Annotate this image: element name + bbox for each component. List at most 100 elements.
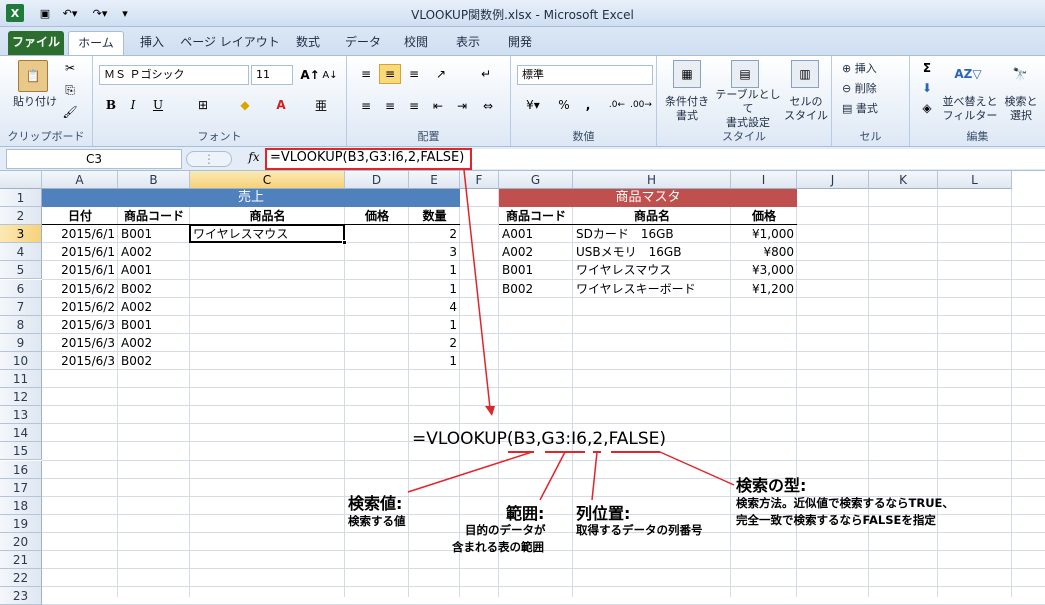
row-header-15[interactable]: 15 bbox=[0, 442, 42, 461]
insert-cells-button[interactable]: ⊕ 挿入 bbox=[842, 60, 902, 76]
find-select-button[interactable]: 検索と 選択 bbox=[998, 94, 1044, 124]
sales-header-cell[interactable]: 価格 bbox=[345, 207, 409, 225]
row-header-8[interactable]: 8 bbox=[0, 315, 42, 334]
row-header-17[interactable]: 17 bbox=[0, 478, 42, 497]
master-name-cell[interactable]: ワイヤレスマウス bbox=[573, 261, 731, 279]
tab-review[interactable]: 校閲 bbox=[394, 31, 438, 55]
format-as-table-icon[interactable]: ▤ bbox=[731, 60, 759, 88]
format-cells-button[interactable]: ▤ 書式 bbox=[842, 100, 902, 116]
master-code-cell[interactable]: A002 bbox=[499, 243, 573, 261]
autosum-button[interactable]: Σ bbox=[916, 60, 938, 76]
select-all-corner[interactable] bbox=[0, 171, 42, 189]
sales-qty-cell[interactable]: 2 bbox=[409, 334, 460, 352]
column-header-e[interactable]: E bbox=[409, 171, 460, 189]
column-header-h[interactable]: H bbox=[573, 171, 731, 189]
sales-date-cell[interactable]: 2015/6/3 bbox=[42, 316, 118, 334]
font-size-select[interactable]: 11 bbox=[251, 65, 293, 85]
sales-code-cell[interactable]: A002 bbox=[118, 243, 190, 261]
sales-date-cell[interactable]: 2015/6/1 bbox=[42, 225, 118, 243]
tab-formulas[interactable]: 数式 bbox=[286, 31, 330, 55]
currency-icon[interactable]: ¥▾ bbox=[519, 96, 547, 114]
delete-cells-button[interactable]: ⊖ 削除 bbox=[842, 80, 902, 96]
master-name-cell[interactable]: SDカード 16GB bbox=[573, 225, 731, 243]
cell-styles-icon[interactable]: ▥ bbox=[791, 60, 819, 88]
tab-developer[interactable]: 開発 bbox=[498, 31, 542, 55]
font-name-select[interactable]: ＭＳ Ｐゴシック bbox=[99, 65, 249, 85]
align-top-icon[interactable]: ≡ bbox=[355, 64, 377, 84]
sales-code-cell[interactable]: B001 bbox=[118, 225, 190, 243]
row-header-19[interactable]: 19 bbox=[0, 514, 42, 533]
percent-button[interactable]: % bbox=[555, 96, 573, 114]
decrease-decimal-icon[interactable]: .00→ bbox=[630, 96, 652, 114]
active-cell-c3[interactable] bbox=[189, 224, 345, 244]
column-header-i[interactable]: I bbox=[731, 171, 797, 189]
master-price-cell[interactable]: ¥3,000 bbox=[731, 261, 797, 279]
row-header-10[interactable]: 10 bbox=[0, 351, 42, 370]
cell-styles-button[interactable]: セルの スタイル bbox=[781, 94, 831, 124]
tab-insert[interactable]: 挿入 bbox=[130, 31, 174, 55]
master-code-cell[interactable]: B002 bbox=[499, 280, 573, 298]
name-box[interactable]: C3 bbox=[6, 149, 182, 169]
row-header-22[interactable]: 22 bbox=[0, 569, 42, 588]
master-header-cell[interactable]: 商品名 bbox=[573, 207, 731, 225]
master-price-cell[interactable]: ¥1,000 bbox=[731, 225, 797, 243]
number-format-select[interactable]: 標準 bbox=[517, 65, 653, 85]
orientation-icon[interactable]: ↗ bbox=[429, 64, 453, 84]
sales-date-cell[interactable]: 2015/6/3 bbox=[42, 334, 118, 352]
align-bottom-icon[interactable]: ≡ bbox=[403, 64, 425, 84]
fill-color-icon[interactable]: ◆ bbox=[233, 96, 257, 114]
sales-name-cell[interactable] bbox=[190, 334, 345, 352]
sales-date-cell[interactable]: 2015/6/1 bbox=[42, 243, 118, 261]
master-code-cell[interactable]: B001 bbox=[499, 261, 573, 279]
sales-qty-cell[interactable]: 1 bbox=[409, 280, 460, 298]
master-name-cell[interactable]: USBメモリ 16GB bbox=[573, 243, 731, 261]
row-header-12[interactable]: 12 bbox=[0, 388, 42, 407]
merge-center-icon[interactable]: ⇔ bbox=[477, 96, 499, 116]
row-header-1[interactable]: 1 bbox=[0, 189, 42, 208]
master-header-cell[interactable]: 価格 bbox=[731, 207, 797, 225]
sales-qty-cell[interactable]: 1 bbox=[409, 352, 460, 370]
column-header-k[interactable]: K bbox=[869, 171, 938, 189]
format-as-table-button[interactable]: テーブルとして 書式設定 bbox=[713, 88, 783, 129]
sort-filter-icon[interactable]: AZ▽ bbox=[954, 60, 982, 88]
sales-header-cell[interactable]: 日付 bbox=[42, 207, 118, 225]
sort-filter-button[interactable]: 並べ替えと フィルター bbox=[940, 94, 1000, 124]
row-header-18[interactable]: 18 bbox=[0, 496, 42, 515]
row-header-2[interactable]: 2 bbox=[0, 207, 42, 226]
conditional-format-icon[interactable]: ▦ bbox=[673, 60, 701, 88]
tab-home[interactable]: ホーム bbox=[68, 31, 124, 55]
column-header-b[interactable]: B bbox=[118, 171, 190, 189]
column-header-l[interactable]: L bbox=[938, 171, 1012, 189]
sales-name-cell[interactable] bbox=[190, 261, 345, 279]
row-header-9[interactable]: 9 bbox=[0, 333, 42, 352]
cut-icon[interactable]: ✂ bbox=[62, 60, 78, 76]
sales-name-cell[interactable] bbox=[190, 316, 345, 334]
sales-name-cell[interactable] bbox=[190, 243, 345, 261]
row-header-5[interactable]: 5 bbox=[0, 261, 42, 280]
formula-bar-grip-icon[interactable]: ⋮ bbox=[186, 151, 232, 167]
master-price-cell[interactable]: ¥1,200 bbox=[731, 280, 797, 298]
bold-button[interactable]: B bbox=[103, 96, 119, 114]
sales-header-cell[interactable]: 商品名 bbox=[190, 207, 345, 225]
align-left-icon[interactable]: ≡ bbox=[355, 96, 377, 116]
row-header-14[interactable]: 14 bbox=[0, 424, 42, 443]
column-header-g[interactable]: G bbox=[499, 171, 573, 189]
sales-date-cell[interactable]: 2015/6/2 bbox=[42, 298, 118, 316]
column-header-f[interactable]: F bbox=[460, 171, 499, 189]
row-header-3[interactable]: 3 bbox=[0, 225, 42, 244]
borders-icon[interactable]: ⊞ bbox=[191, 96, 215, 114]
row-header-23[interactable]: 23 bbox=[0, 587, 42, 605]
tab-data[interactable]: データ bbox=[336, 31, 390, 55]
decrease-indent-icon[interactable]: ⇤ bbox=[427, 96, 449, 116]
row-header-21[interactable]: 21 bbox=[0, 551, 42, 570]
font-color-icon[interactable]: A bbox=[269, 96, 293, 114]
master-name-cell[interactable]: ワイヤレスキーボード bbox=[573, 280, 731, 298]
find-select-icon[interactable]: 🔭 bbox=[1006, 60, 1034, 88]
align-right-icon[interactable]: ≡ bbox=[403, 96, 425, 116]
tab-page-layout[interactable]: ページ レイアウト bbox=[180, 31, 280, 55]
sales-header-cell[interactable]: 商品コード bbox=[118, 207, 190, 225]
row-header-16[interactable]: 16 bbox=[0, 460, 42, 479]
clear-icon[interactable]: ◈ bbox=[916, 100, 938, 116]
row-header-20[interactable]: 20 bbox=[0, 532, 42, 551]
paste-icon[interactable]: 📋 bbox=[18, 60, 48, 92]
